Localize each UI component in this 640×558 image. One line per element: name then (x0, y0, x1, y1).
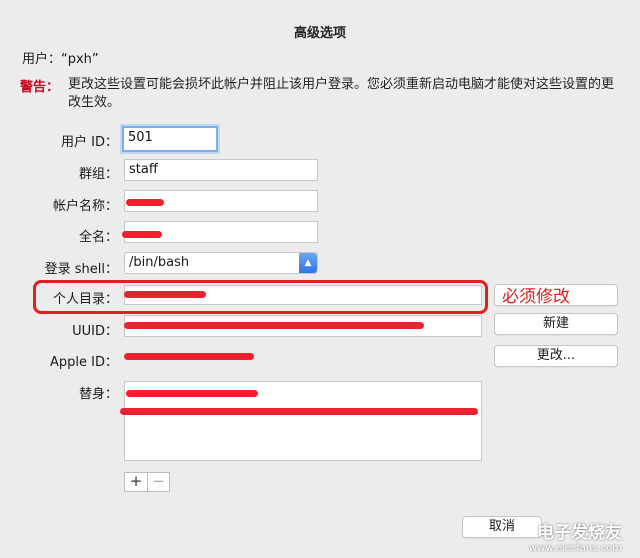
chevron-down-icon: ▲ (299, 253, 317, 273)
user-id-input[interactable]: 501 (122, 126, 218, 152)
new-uuid-button[interactable]: 新建 (494, 313, 618, 335)
redaction-mark (122, 231, 162, 238)
redaction-mark (126, 390, 258, 397)
plus-icon[interactable]: + (125, 473, 147, 491)
warning-label: 警告： (20, 80, 60, 95)
watermark: 电子发烧友 www.elecfans.com (529, 518, 622, 554)
change-apple-id-button[interactable]: 更改... (494, 345, 618, 367)
redaction-mark (124, 353, 254, 360)
warning-text: 更改这些设置可能会损坏此帐户并阻止该用户登录。您必须重新启动电脑才能使对这些设置… (68, 77, 615, 110)
dialog-title: 高级选项 (293, 26, 346, 41)
user-id-label: 用户 ID： (61, 135, 118, 150)
annotation-text: 必须修改 (502, 287, 570, 307)
aliases-label: 替身： (78, 387, 118, 402)
full-name-label: 全名： (78, 230, 118, 245)
redaction-mark (120, 408, 478, 415)
watermark-brand: 电子发烧友 (537, 523, 622, 543)
watermark-url: www.elecfans.com (528, 543, 622, 554)
login-shell-label: 登录 shell： (44, 262, 118, 277)
account-name-label: 帐户名称： (52, 199, 118, 214)
redaction-mark (124, 322, 424, 329)
apple-id-label: Apple ID： (50, 355, 118, 370)
group-label: 群组： (78, 167, 118, 182)
login-shell-value: /bin/bash (129, 255, 190, 270)
uuid-label: UUID： (72, 324, 118, 339)
user-line: 用户：“pxh” (22, 52, 99, 67)
alias-add-remove-control: + − (124, 472, 170, 492)
group-input[interactable]: staff (124, 159, 318, 181)
home-dir-label: 个人目录： (52, 292, 118, 307)
redaction-mark (124, 291, 206, 298)
redaction-mark (126, 199, 164, 206)
login-shell-select[interactable]: /bin/bash ▲ (124, 252, 318, 274)
minus-icon[interactable]: − (147, 473, 169, 491)
